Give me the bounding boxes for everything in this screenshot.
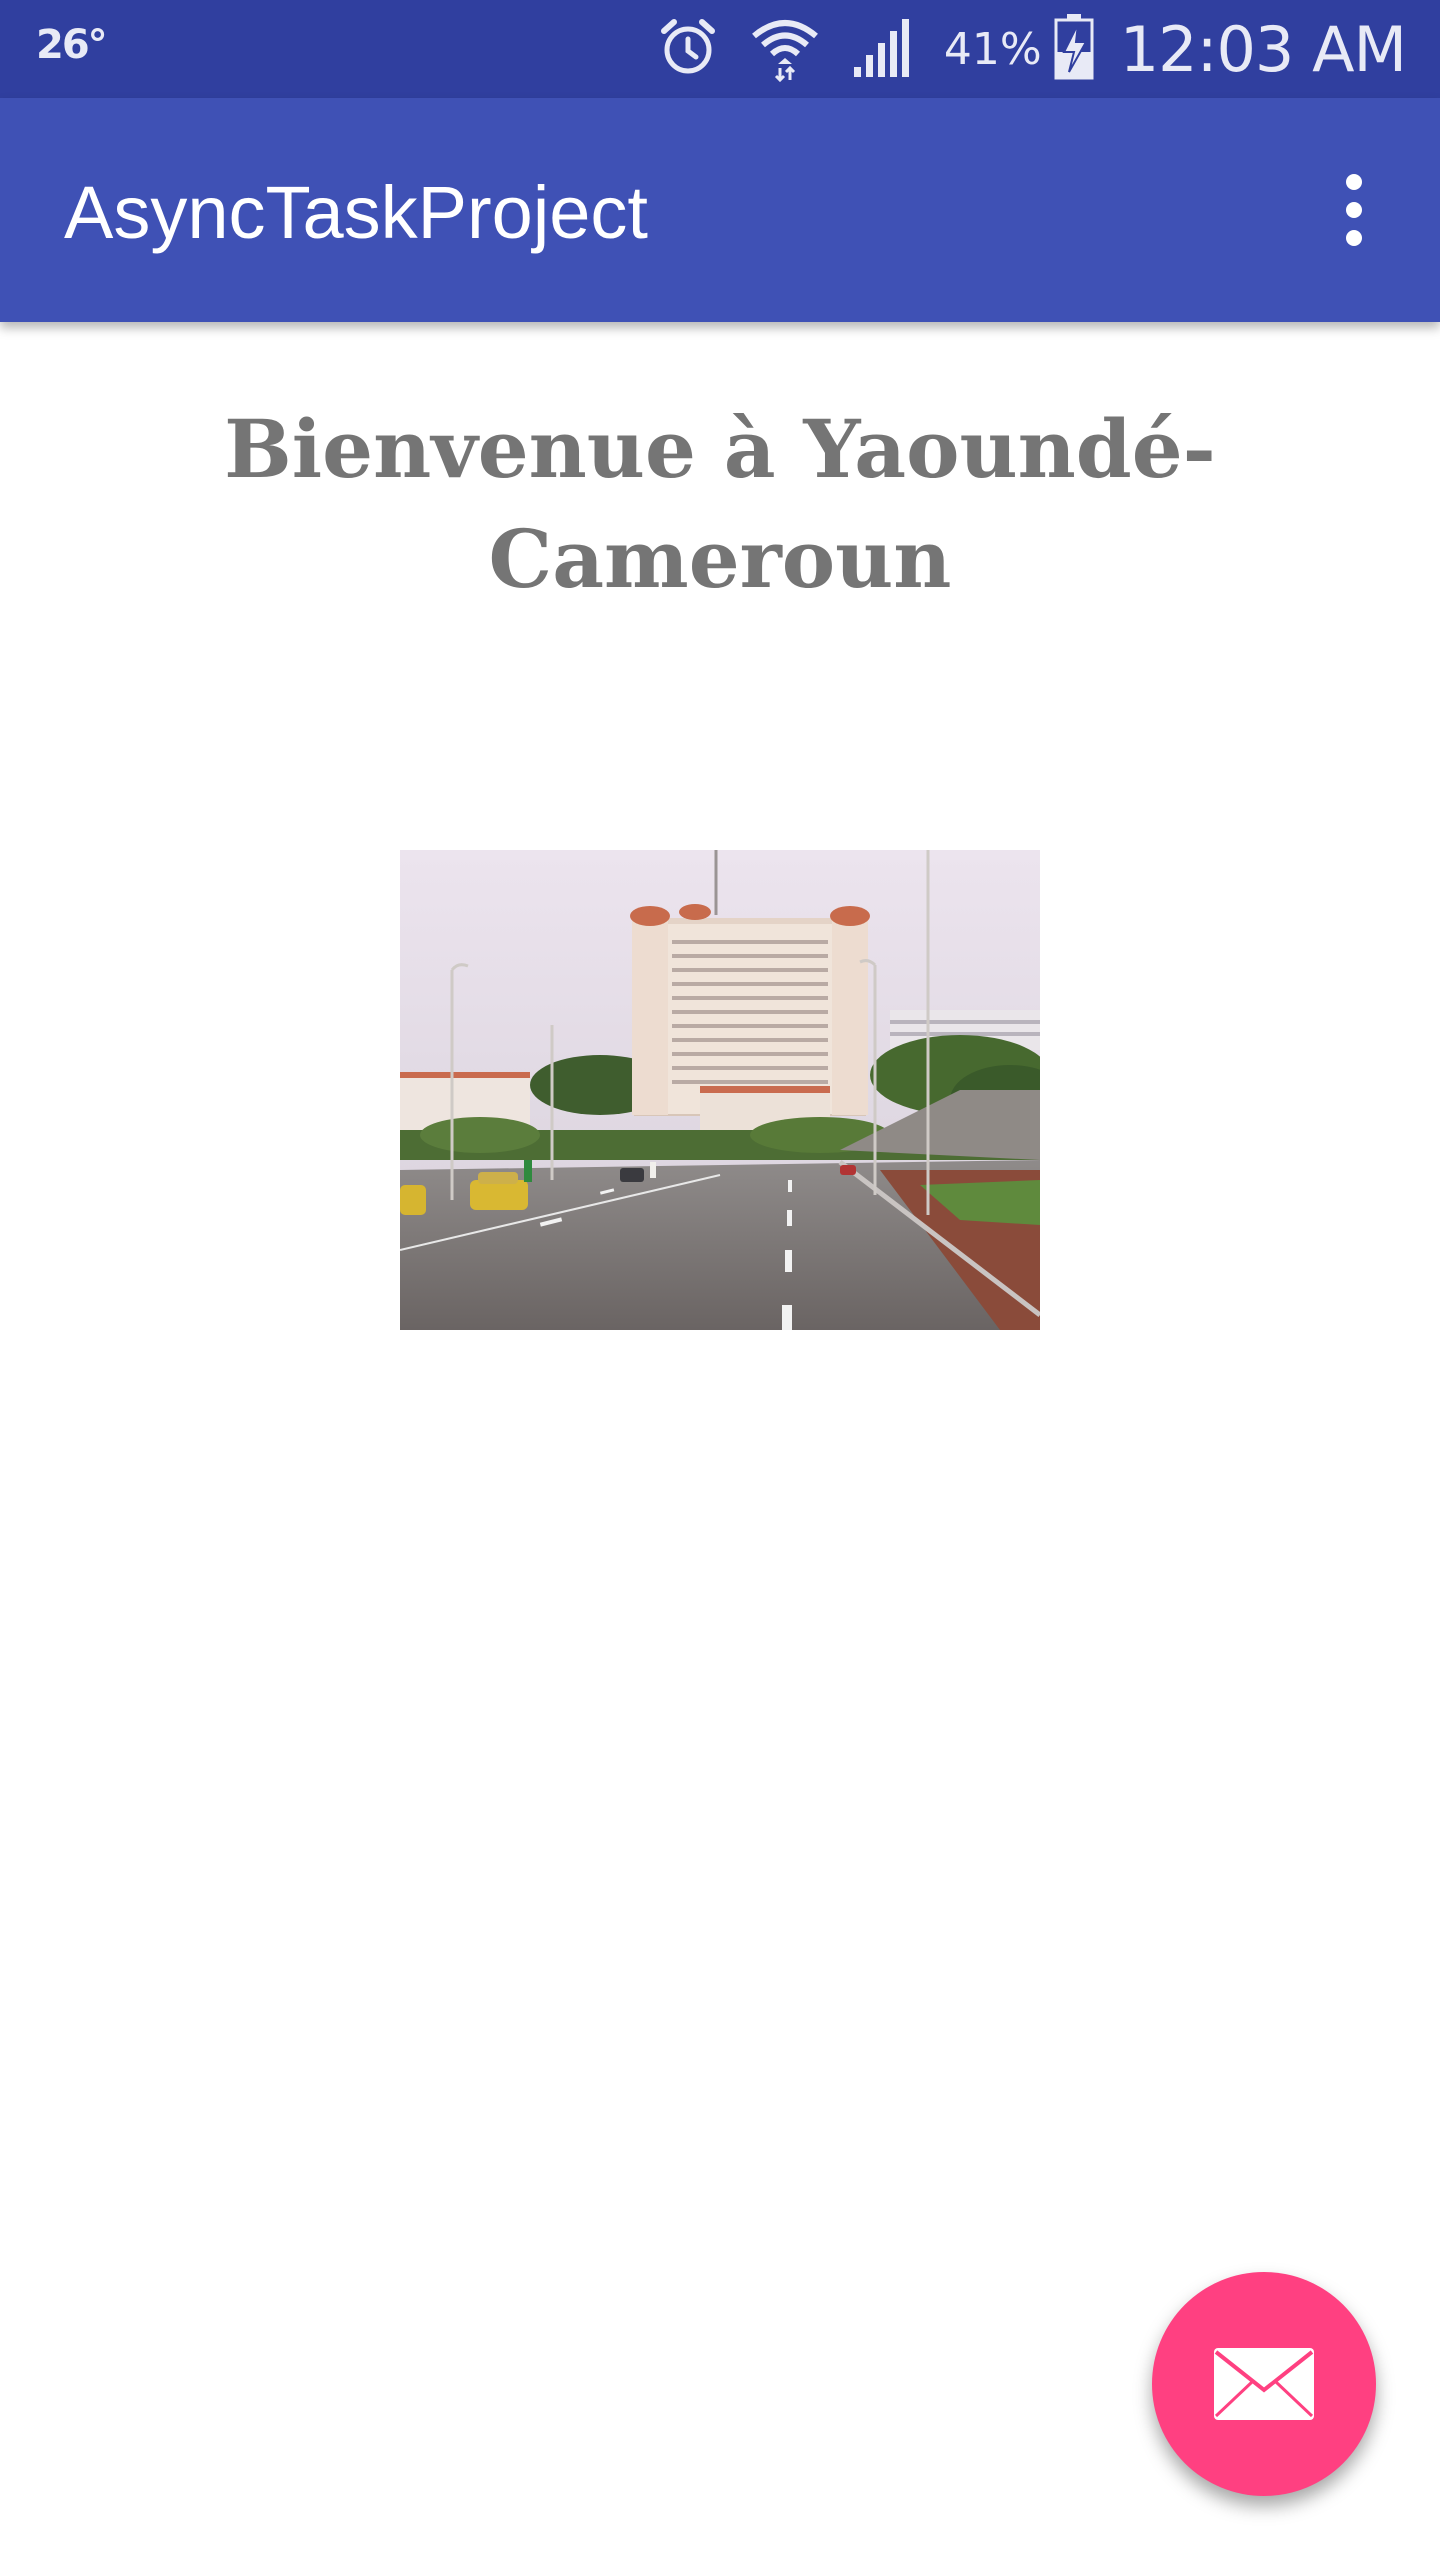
battery-percentage: 41% xyxy=(943,23,1042,75)
overflow-menu-button[interactable] xyxy=(1304,160,1404,260)
mail-icon xyxy=(1214,2348,1314,2420)
alarm-icon xyxy=(656,15,720,84)
status-bar: 26° 41% 12:03 AM xyxy=(0,0,1440,98)
app-title: AsyncTaskProject xyxy=(64,171,648,254)
city-boulevard-photo xyxy=(400,850,1040,1330)
temperature-indicator: 26° xyxy=(36,22,108,68)
clock: 12:03 AM xyxy=(1119,12,1407,86)
more-vert-icon xyxy=(1346,174,1362,246)
battery-charging-icon xyxy=(1054,13,1094,85)
signal-icon xyxy=(850,15,914,84)
compose-mail-fab[interactable] xyxy=(1152,2272,1376,2496)
status-icons: 41% 12:03 AM xyxy=(656,0,1407,98)
wifi-icon xyxy=(750,12,820,87)
app-bar: AsyncTaskProject xyxy=(0,98,1440,322)
welcome-heading: Bienvenue à Yaoundé-Cameroun xyxy=(224,402,1216,606)
